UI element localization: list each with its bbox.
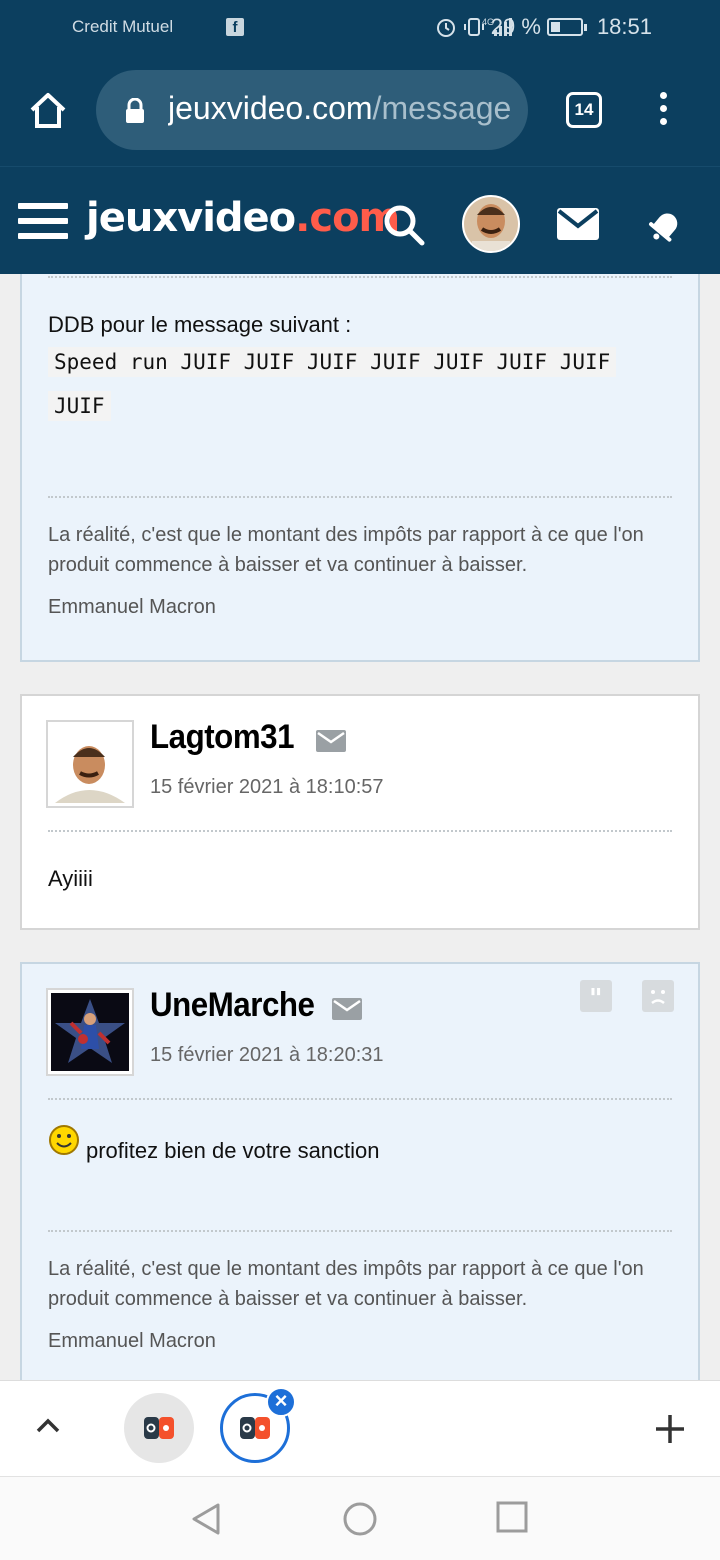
message-intro: DDB pour le message suivant :	[48, 312, 352, 337]
tab-switcher-button[interactable]: 14	[566, 92, 602, 128]
user-avatar[interactable]	[462, 195, 520, 253]
forum-thread: DDB pour le message suivant : Speed run …	[0, 274, 720, 1380]
address-bar[interactable]: jeuxvideo.com/message	[96, 70, 528, 150]
tab-strip: ×	[0, 1380, 720, 1476]
tab-favicon-icon	[240, 1417, 270, 1439]
tab-thumbnail[interactable]	[124, 1393, 194, 1463]
forum-post: DDB pour le message suivant : Speed run …	[20, 274, 700, 662]
private-message-icon[interactable]	[316, 730, 346, 752]
quote-icon[interactable]: "	[580, 980, 612, 1014]
code-block: Speed run JUIF JUIF JUIF JUIF JUIF JUIF …	[48, 340, 688, 428]
code-line: JUIF	[48, 391, 111, 421]
site-header: jeuxvideo.com	[0, 166, 720, 274]
report-icon[interactable]	[642, 980, 674, 1012]
post-signature: La réalité, c'est que le montant des imp…	[48, 524, 644, 576]
new-tab-icon[interactable]	[654, 1413, 686, 1445]
author-name[interactable]: Lagtom31	[150, 718, 295, 757]
post-signature: La réalité, c'est que le montant des imp…	[48, 1258, 644, 1310]
browser-menu-button[interactable]	[656, 92, 670, 132]
facebook-notification-icon: f	[226, 18, 244, 36]
post-date[interactable]: 15 février 2021 à 18:20:31	[150, 1044, 384, 1067]
tab-favicon-icon	[144, 1417, 174, 1439]
post-message: DDB pour le message suivant : Speed run …	[48, 312, 688, 428]
forum-post: UneMarche " 15 février 2021 à 18:20:31 p…	[20, 962, 700, 1380]
url-text: jeuxvideo.com/message	[168, 90, 514, 127]
url-path: /message	[372, 90, 512, 126]
home-nav-icon[interactable]	[342, 1501, 378, 1537]
vibrate-icon	[463, 18, 484, 36]
close-tab-icon[interactable]: ×	[266, 1387, 296, 1417]
author-avatar[interactable]	[46, 720, 134, 808]
back-icon[interactable]	[188, 1501, 224, 1537]
post-date[interactable]: 15 février 2021 à 18:10:57	[150, 776, 384, 799]
system-navigation-bar	[0, 1476, 720, 1560]
status-right: 29 % 18:51	[435, 14, 652, 40]
svg-text:": "	[589, 984, 603, 1012]
carrier-name: Credit Mutuel	[72, 17, 174, 36]
mail-icon[interactable]	[556, 207, 600, 241]
signature-author: Emmanuel Macron	[48, 1330, 216, 1352]
logo-main: jeuxvideo	[86, 195, 296, 241]
author-avatar[interactable]	[46, 988, 134, 1076]
lock-icon	[126, 98, 144, 123]
post-message: profitez bien de votre sanction	[48, 1124, 380, 1164]
status-bar: Credit Mutuel 4G f 29 % 18:51	[0, 0, 720, 56]
alarm-icon	[436, 19, 455, 37]
site-logo[interactable]: jeuxvideo.com	[86, 195, 400, 241]
code-line: Speed run JUIF JUIF JUIF JUIF JUIF JUIF …	[48, 347, 617, 377]
search-icon[interactable]	[382, 203, 426, 247]
battery-icon	[546, 18, 587, 36]
url-domain: jeuxvideo.com	[168, 90, 373, 126]
smiley-icon	[49, 1125, 79, 1155]
browser-toolbar: jeuxvideo.com/message 14	[0, 56, 720, 166]
battery-percent: 29 %	[490, 14, 541, 39]
message-text: profitez bien de votre sanction	[86, 1138, 380, 1163]
clock: 18:51	[596, 14, 652, 39]
menu-icon[interactable]	[18, 203, 68, 243]
private-message-icon[interactable]	[332, 998, 362, 1020]
chevron-up-icon[interactable]	[34, 1415, 62, 1435]
recents-icon[interactable]	[496, 1501, 528, 1533]
post-message: Ayiiii	[48, 866, 93, 891]
signature-author: Emmanuel Macron	[48, 596, 216, 618]
author-name[interactable]: UneMarche	[150, 986, 315, 1025]
home-icon[interactable]	[28, 90, 68, 130]
forum-post: Lagtom31 15 février 2021 à 18:10:57 Ayii…	[20, 694, 700, 930]
bell-icon[interactable]	[646, 205, 686, 245]
